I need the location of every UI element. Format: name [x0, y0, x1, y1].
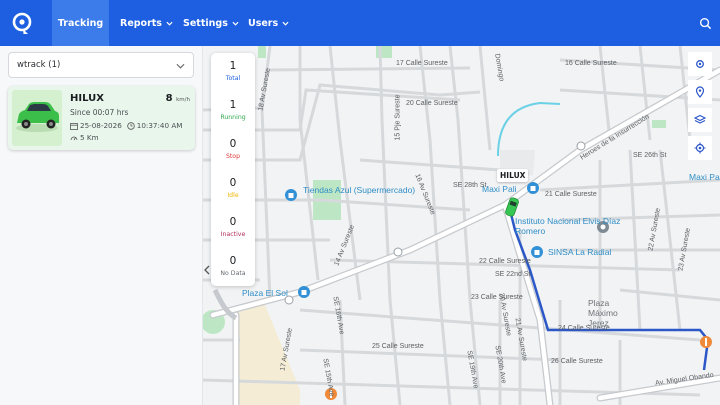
nav-reports[interactable]: Reports — [120, 0, 173, 46]
poi-label[interactable]: Maxi Pali — [482, 184, 516, 194]
status-count: 0 — [229, 216, 237, 228]
status-label: Total — [225, 75, 241, 82]
top-navbar: Tracking Reports Settings Users — [0, 0, 720, 46]
street-label: 20 Calle Sureste — [406, 100, 458, 107]
group-select-value: wtrack (1) — [17, 60, 61, 70]
status-running[interactable]: 1 Running — [211, 99, 255, 121]
app-logo-icon[interactable] — [10, 11, 34, 35]
street-label: 26 Calle Sureste — [551, 358, 603, 365]
status-count: 0 — [229, 177, 237, 189]
search-button[interactable] — [690, 0, 720, 46]
last-update: 25-08-2026 10:37:40 AM — [70, 121, 182, 130]
park-area — [652, 120, 666, 128]
last-update-date: 25-08-2026 — [80, 121, 122, 130]
vehicle-speed: 8 km/h — [166, 93, 190, 104]
chevron-down-icon — [232, 21, 239, 26]
nav-users[interactable]: Users — [248, 0, 289, 46]
nav-reports-label: Reports — [120, 17, 162, 29]
street-label: 16 Calle Sureste — [565, 60, 617, 67]
status-label: Inactive — [220, 231, 246, 238]
status-label: Stop — [225, 153, 241, 160]
status-label: No Data — [220, 270, 246, 277]
vehicle-list-panel: wtrack (1) HILUX 8 km/h Since 00:07 hrs … — [0, 46, 203, 405]
poi-label[interactable]: Plaza Máximo Jerez — [588, 298, 638, 328]
street-label: SE 26th St — [633, 152, 667, 159]
status-total[interactable]: 1 Total — [211, 60, 255, 82]
app-root: Tracking Reports Settings Users wtrack (… — [0, 0, 720, 405]
status-count: 1 — [229, 99, 237, 111]
status-label: Running — [220, 114, 246, 121]
poi-label[interactable]: Tiendas Azul (Supermercado) — [303, 185, 415, 195]
map-settings-button[interactable] — [688, 52, 712, 76]
street-label: SE 22nd St — [495, 271, 531, 278]
nav-tracking[interactable]: Tracking — [52, 0, 109, 46]
status-summary-panel: 1 Total 1 Running 0 Stop 0 Idle 0 Inacti… — [211, 53, 255, 286]
speed-unit: km/h — [176, 97, 190, 103]
vehicle-map-tag[interactable]: HILUX — [497, 169, 529, 182]
status-inactive[interactable]: 0 Inactive — [211, 216, 255, 238]
poi-label[interactable]: Instituto Nacional Elvis Díaz Romero — [515, 216, 625, 236]
poi-label[interactable]: SINSA La Radial — [548, 247, 611, 257]
status-count: 1 — [229, 60, 237, 72]
chevron-down-icon — [176, 63, 185, 69]
nav-tracking-label: Tracking — [57, 17, 104, 29]
street-label: 15 Pje Sureste — [394, 94, 402, 141]
running-since: Since 00:07 hrs — [70, 108, 129, 117]
map-gps-button[interactable] — [688, 136, 712, 160]
status-count: 0 — [229, 255, 237, 267]
gps-target-icon — [694, 142, 706, 154]
settings-icon — [696, 60, 704, 68]
map-location-button[interactable] — [688, 80, 712, 104]
commercial-area — [236, 305, 300, 405]
street-label: 24 Calle Sureste — [558, 325, 610, 332]
group-select[interactable]: wtrack (1) — [8, 52, 194, 78]
speed-value: 8 — [165, 93, 173, 104]
map-view[interactable]: Tiendas Azul (Supermercado) Maxi Pali In… — [203, 46, 720, 405]
car-icon — [16, 102, 59, 132]
street-label: 21 Calle Sureste — [545, 191, 597, 198]
park-area — [258, 46, 266, 58]
street-label: 17 Calle Sureste — [396, 60, 448, 67]
status-label: Idle — [227, 192, 239, 199]
chevron-down-icon — [282, 21, 289, 26]
map-canvas[interactable] — [203, 46, 720, 405]
status-no-data[interactable]: 0 No Data — [211, 255, 255, 277]
street-label: SE 28th St — [453, 182, 487, 189]
vehicle-card[interactable]: HILUX 8 km/h Since 00:07 hrs 25-08-2026 … — [8, 86, 195, 150]
chevron-down-icon — [166, 21, 173, 26]
nav-users-label: Users — [248, 17, 279, 29]
status-stop[interactable]: 0 Stop — [211, 138, 255, 160]
poi-label[interactable]: Plaza El Sol — [242, 288, 288, 298]
search-icon — [699, 17, 711, 29]
nav-settings-label: Settings — [183, 17, 228, 29]
poi-label[interactable]: Maxi Pali — [689, 172, 720, 182]
calendar-icon — [70, 122, 78, 130]
odometer-icon — [70, 136, 78, 140]
street-label: 25 Calle Sureste — [372, 343, 424, 350]
distance-value: 5 Km — [80, 133, 99, 142]
clock-icon — [127, 121, 135, 130]
collapse-panel-icon[interactable] — [203, 262, 211, 278]
layers-icon — [694, 114, 706, 124]
vehicle-thumbnail — [12, 90, 62, 146]
nav-settings[interactable]: Settings — [183, 0, 239, 46]
distance-row: 5 Km — [70, 133, 99, 142]
teal-road — [497, 101, 561, 157]
last-update-time: 10:37:40 AM — [136, 121, 183, 130]
location-pin-icon — [695, 86, 705, 98]
vehicle-name: HILUX — [70, 93, 104, 104]
status-count: 0 — [229, 138, 237, 150]
street-label: 22 Calle Sureste — [479, 258, 531, 265]
park-area — [376, 46, 392, 58]
status-idle[interactable]: 0 Idle — [211, 177, 255, 199]
map-layers-button[interactable] — [688, 108, 712, 132]
